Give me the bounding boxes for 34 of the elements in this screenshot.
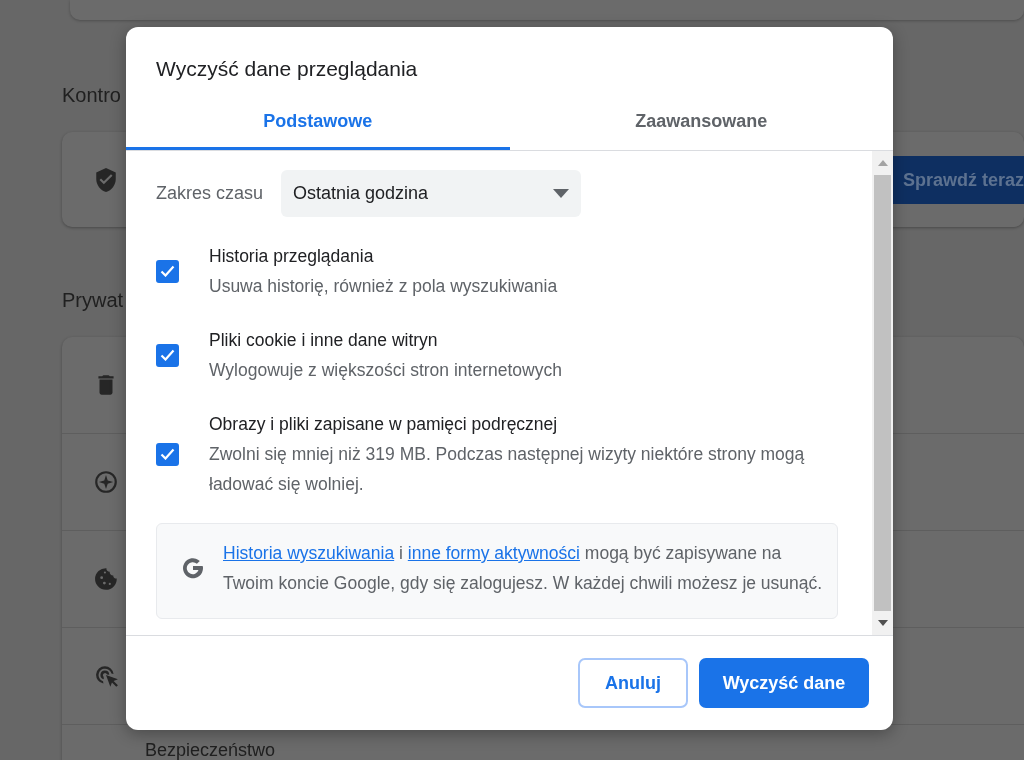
link[interactable]: Historia wyszukiwania <box>223 543 395 563</box>
option-title: Pliki cookie i inne dane witryn <box>209 329 438 352</box>
tab[interactable]: Zaawansowane <box>509 96 893 150</box>
checkmark-icon <box>160 448 175 460</box>
row-label: Bezpieczeństwo <box>145 739 276 760</box>
info-text: Historia wyszukiwania i inne formy aktywności mogą być zapisywane na Twoim koncie Google, gdy się zalogujesz. W każdej chwili możesz je usunąć. <box>223 542 823 595</box>
option-description: Zwolni się mniej niż 319 MB. Podczas następnej wizyty niektóre strony mogą ładować się wolniej. <box>209 443 806 496</box>
option-description: Wylogowuje z większości stron internetowych <box>209 359 562 382</box>
shield-check-icon <box>93 166 119 193</box>
google-g-icon <box>181 556 205 580</box>
compass-icon <box>93 469 119 495</box>
tab[interactable]: Podstawowe <box>126 96 510 150</box>
time-range-dropdown[interactable]: Ostatnia godzina <box>281 170 582 217</box>
checkbox[interactable] <box>156 343 179 367</box>
dialog-title: Wyczyść dane przeglądania <box>155 56 419 82</box>
time-range-label: Zakres czasu <box>156 183 264 204</box>
clear-data-button[interactable]: Wyczyść dane <box>699 658 869 708</box>
option-title: Obrazy i pliki zapisane w pamięci podręcznej <box>209 413 558 436</box>
checkmark-icon <box>160 349 175 361</box>
checkbox[interactable] <box>156 442 179 466</box>
caret-icon <box>553 189 570 198</box>
checkbox[interactable] <box>156 259 179 283</box>
cursor-target-icon <box>93 663 119 689</box>
link[interactable]: inne formy aktywności <box>407 543 580 563</box>
option-title: Historia przeglądania <box>209 245 374 268</box>
option-description: Usuwa historię, również z pola wyszukiwania <box>209 275 558 298</box>
scrollbar[interactable] <box>872 151 893 635</box>
section-heading: Prywat <box>62 289 124 311</box>
cookie-icon <box>93 566 119 592</box>
section-heading: Kontro <box>62 84 121 106</box>
check-now-button[interactable]: Sprawdź teraz <box>893 156 1024 204</box>
scroll-down-icon[interactable] <box>877 620 888 626</box>
checkmark-icon <box>160 265 175 277</box>
cancel-button[interactable]: Anuluj <box>578 658 688 708</box>
